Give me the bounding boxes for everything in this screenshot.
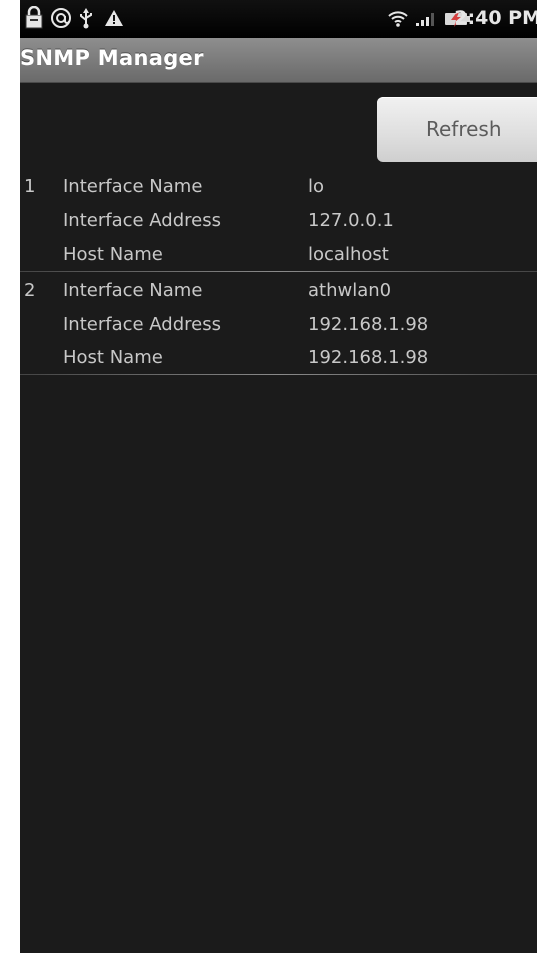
wifi-icon bbox=[387, 6, 409, 30]
interface-name-value: lo bbox=[308, 176, 325, 197]
interface-name-value: athwlan0 bbox=[308, 280, 392, 301]
list-item: 1 Interface Name lo bbox=[20, 170, 537, 204]
interface-index: 1 bbox=[24, 176, 36, 197]
list-item: Host Name localhost bbox=[20, 238, 537, 272]
host-name-value: localhost bbox=[308, 244, 389, 265]
divider bbox=[20, 271, 537, 272]
status-time: 2:40 PM bbox=[454, 7, 537, 29]
at-icon bbox=[50, 6, 72, 30]
list-item: 2 Interface Name athwlan0 bbox=[20, 274, 537, 308]
interface-name-label: Interface Name bbox=[63, 176, 203, 197]
interface-index: 2 bbox=[24, 280, 36, 301]
list-item: Interface Address 127.0.0.1 bbox=[20, 204, 537, 238]
phone-screen: 2:40 PM SNMP Manager Refresh 1 Interface… bbox=[20, 0, 537, 953]
interface-name-label: Interface Name bbox=[63, 280, 203, 301]
list-item: Host Name 192.168.1.98 bbox=[20, 341, 537, 375]
host-name-value: 192.168.1.98 bbox=[308, 347, 429, 368]
interface-address-value: 127.0.0.1 bbox=[308, 210, 394, 231]
interface-address-label: Interface Address bbox=[63, 210, 221, 231]
refresh-button[interactable]: Refresh bbox=[377, 97, 537, 162]
interface-address-value: 192.168.1.98 bbox=[308, 314, 429, 335]
app-title: SNMP Manager bbox=[20, 46, 204, 70]
usb-icon bbox=[78, 6, 94, 30]
status-bar: 2:40 PM bbox=[20, 0, 537, 38]
signal-icon bbox=[415, 6, 439, 30]
host-name-label: Host Name bbox=[63, 244, 163, 265]
title-bar: SNMP Manager bbox=[20, 38, 537, 83]
divider bbox=[20, 374, 537, 375]
warning-icon bbox=[104, 6, 124, 30]
host-name-label: Host Name bbox=[63, 347, 163, 368]
lock-icon bbox=[24, 5, 44, 30]
interface-address-label: Interface Address bbox=[63, 314, 221, 335]
list-item: Interface Address 192.168.1.98 bbox=[20, 308, 537, 342]
